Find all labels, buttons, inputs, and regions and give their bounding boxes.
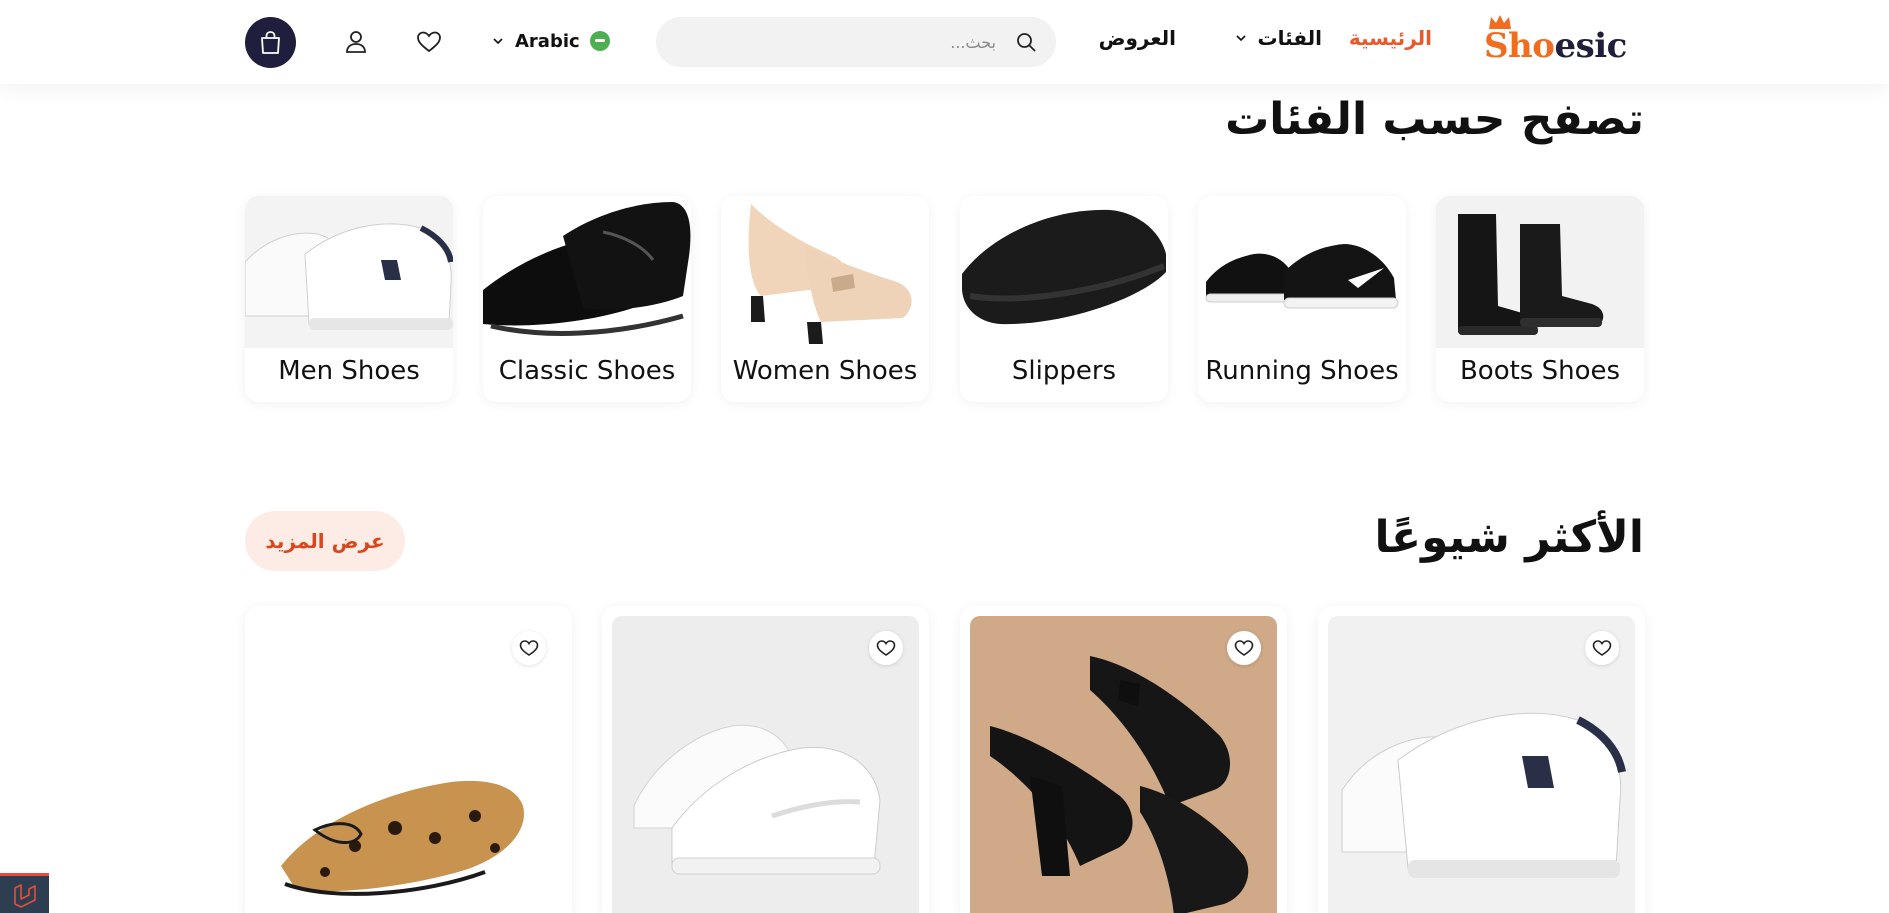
chevron-down-icon: [1236, 35, 1247, 42]
nav-home-link[interactable]: الرئيسية: [1349, 26, 1432, 50]
category-label: Classic Shoes: [498, 356, 676, 386]
language-label: Arabic: [515, 30, 580, 52]
category-card-women[interactable]: Women Shoes: [721, 196, 929, 402]
search-bar: [656, 17, 1056, 67]
category-card-men[interactable]: Men Shoes: [245, 196, 453, 402]
category-card-classic[interactable]: Classic Shoes: [483, 196, 691, 402]
heart-icon: [1234, 640, 1254, 656]
category-label: Men Shoes: [278, 356, 420, 386]
bag-icon: [261, 31, 280, 54]
site-header: Shoesic الرئيسية الفئات العروض Arabic: [0, 0, 1889, 84]
view-more-button[interactable]: عرض المزيد: [245, 511, 405, 571]
product-card[interactable]: [602, 606, 929, 913]
product-image: [255, 616, 562, 913]
logo-part1: Sho: [1484, 26, 1555, 66]
category-label: Women Shoes: [732, 356, 918, 386]
nav-categories-dropdown[interactable]: الفئات: [1235, 26, 1322, 50]
product-image: [970, 616, 1277, 913]
product-image: [612, 616, 919, 913]
heart-icon: [1592, 640, 1612, 656]
heart-icon[interactable]: [415, 28, 443, 56]
language-selector[interactable]: Arabic: [491, 26, 610, 56]
nav-offers-link[interactable]: العروض: [1099, 26, 1176, 50]
popular-section-title: الأكثر شيوعًا: [1374, 512, 1644, 563]
category-card-boots[interactable]: Boots Shoes: [1436, 196, 1644, 402]
heart-icon: [519, 640, 539, 656]
search-input[interactable]: [676, 17, 996, 67]
debugbar-toggle[interactable]: [0, 873, 49, 913]
nav-categories-label: الفئات: [1257, 26, 1322, 50]
category-card-slippers[interactable]: Slippers: [960, 196, 1168, 402]
language-flag-icon: [589, 31, 610, 51]
category-label: Running Shoes: [1205, 356, 1399, 386]
search-icon[interactable]: [1016, 32, 1036, 52]
heart-icon: [876, 640, 896, 656]
category-image: [483, 196, 691, 348]
category-label: Boots Shoes: [1459, 356, 1621, 386]
category-image: [1436, 196, 1644, 348]
category-image: [245, 196, 453, 348]
category-image: [721, 196, 929, 348]
category-label: Slippers: [1011, 356, 1117, 386]
chevron-down-icon: [493, 38, 503, 45]
categories-section-title: تصفح حسب الفئات: [1225, 94, 1644, 145]
cart-button[interactable]: [245, 17, 296, 68]
category-image: [1198, 196, 1406, 348]
category-image: [960, 196, 1168, 348]
wishlist-button[interactable]: [1227, 631, 1261, 665]
logo[interactable]: Shoesic: [1484, 14, 1640, 66]
product-card[interactable]: [1318, 606, 1645, 913]
user-icon[interactable]: [342, 28, 370, 56]
logo-part2: esic: [1554, 26, 1627, 66]
wishlist-button[interactable]: [1585, 631, 1619, 665]
laravel-icon: [14, 884, 36, 908]
category-card-running[interactable]: Running Shoes: [1198, 196, 1406, 402]
product-image: [1328, 616, 1635, 913]
product-card[interactable]: [245, 606, 572, 913]
product-card[interactable]: [960, 606, 1287, 913]
wishlist-button[interactable]: [869, 631, 903, 665]
wishlist-button[interactable]: [512, 631, 546, 665]
